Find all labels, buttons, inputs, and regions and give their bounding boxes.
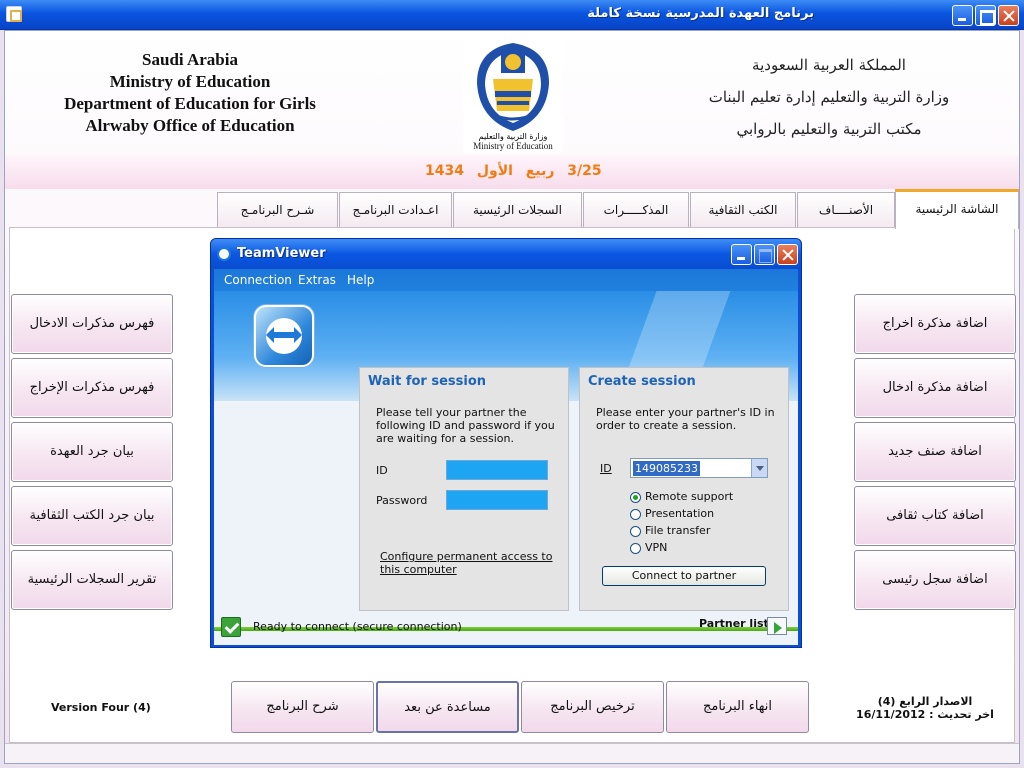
password-field[interactable] [446,490,548,510]
radio-icon [630,542,641,554]
teamviewer-close-button[interactable] [777,244,798,265]
radio-label: Presentation [645,507,715,520]
partner-id-combo[interactable]: 149085233 [630,458,768,478]
teamviewer-window: TeamViewer Connection Extras Help Wait f… [210,238,802,648]
header-arabic: المملكة العربية السعودية وزارة التربية و… [699,49,959,145]
program-help-button[interactable]: شرح البرنامج [231,681,374,733]
tab-settings[interactable]: اعـدادت البرنامـج [339,192,452,228]
date-year: 1434 [425,163,464,179]
create-panel-description: Please enter your partner's ID in order … [596,406,775,432]
teamviewer-maximize-button [754,244,775,265]
header-en-line: Saudi Arabia [142,50,238,69]
configure-access-link[interactable]: Configure permanent access to this compu… [380,550,560,576]
teamviewer-logo-icon [254,305,314,367]
radio-icon [630,508,641,520]
custody-inventory-button[interactable]: بيان جرد العهدة [11,422,173,482]
header-ar-line: المملكة العربية السعودية [752,56,906,74]
teamviewer-menubar: Connection Extras Help [214,269,798,291]
radio-icon [630,525,641,537]
version-arabic: الاصدار الرابع (4) اخر تحديث : 16/11/201… [855,695,995,721]
outgoing-memos-index-button[interactable]: فهرس مذكرات الإخراج [11,358,173,418]
remote-assistance-button[interactable]: مساعدة عن بعد [376,681,519,733]
header-ar-line: وزارة التربية والتعليم إدارة تعليم البنا… [708,88,950,106]
header-en-line: Alrwaby Office of Education [85,116,295,135]
id-label: ID [376,464,388,477]
tab-main-screen[interactable]: الشاشة الرئيسية [895,189,1019,229]
menu-extras[interactable]: Extras [298,273,336,287]
menu-connection[interactable]: Connection [224,273,292,287]
version-english: Version Four (4) [51,701,151,714]
radio-file-transfer[interactable]: File transfer [630,524,710,537]
connect-to-partner-button[interactable]: Connect to partner [602,566,766,586]
main-records-report-button[interactable]: تقرير السجلات الرئيسية [11,550,173,610]
radio-label: File transfer [645,524,711,537]
ministry-emblem-icon [477,43,549,131]
radio-label: Remote support [645,490,734,503]
close-button[interactable] [998,5,1019,26]
exit-program-button[interactable]: انهاء البرنامج [666,681,809,733]
teamviewer-app-icon[interactable] [217,247,231,261]
main-titlebar[interactable]: برنامج العهدة المدرسية نسخة كاملة [0,0,1024,30]
chevron-down-icon[interactable] [751,459,767,477]
wait-panel-title: Wait for session [368,374,487,389]
radio-label: VPN [645,541,668,554]
add-cultural-book-button[interactable]: اضافة كتاب ثقافى [854,486,1016,546]
date-month: ربيع الأول [476,163,555,179]
wait-for-session-panel: Wait for session Please tell your partne… [359,367,569,611]
radio-vpn[interactable]: VPN [630,541,667,554]
incoming-memos-index-button[interactable]: فهرس مذكرات الادخال [11,294,173,354]
radio-remote-support[interactable]: Remote support [630,490,733,503]
radio-presentation[interactable]: Presentation [630,507,714,520]
wait-panel-description: Please tell your partner the following I… [376,406,555,445]
tab-items[interactable]: الأصنــــاف [797,192,895,228]
tab-cultural-books[interactable]: الكتب الثقافية [690,192,796,228]
teamviewer-titlebar[interactable]: TeamViewer [211,239,801,269]
logo-caption-english: Ministry of Education [473,141,553,151]
date-day: 3/25 [567,163,602,179]
version-arabic-line: الاصدار الرابع (4) [877,695,973,708]
window-title: برنامج العهدة المدرسية نسخة كاملة [587,6,814,21]
radio-selected-icon [630,491,641,503]
program-license-button[interactable]: ترخيص البرنامج [521,681,664,733]
ministry-logo: وزارة التربية والتعليم Ministry of Educa… [463,35,563,153]
connection-status-text: Ready to connect (secure connection) [253,620,462,633]
add-main-record-button[interactable]: اضافة سجل رئيسى [854,550,1016,610]
last-update-line: اخر تحديث : 16/11/2012 [856,708,994,721]
partner-id-value: 149085233 [633,461,700,476]
header-en-line: Department of Education for Girls [64,94,316,113]
logo-caption-arabic: وزارة التربية والتعليم [478,132,548,141]
tab-main-records[interactable]: السجلات الرئيسية [453,192,582,228]
ready-check-icon [221,617,241,637]
tab-program-help[interactable]: شـرح البرنامـج [217,192,338,228]
teamviewer-title: TeamViewer [237,246,326,261]
teamviewer-status-area [214,631,798,645]
hijri-date: 3/25 ربيع الأول 1434 [425,163,602,179]
create-session-panel: Create session Please enter your partner… [579,367,789,611]
menu-help[interactable]: Help [347,273,374,287]
teamviewer-body: Connection Extras Help Wait for session … [214,269,798,645]
your-id-field[interactable] [446,460,548,480]
teamviewer-content: Wait for session Please tell your partne… [214,367,798,627]
password-label: Password [376,494,428,507]
add-incoming-memo-button[interactable]: اضافة مذكرة ادخال [854,358,1016,418]
cultural-books-inventory-button[interactable]: بيان جرد الكتب الثقافية [11,486,173,546]
header-english: Saudi Arabia Ministry of Education Depar… [45,49,335,137]
tab-memos[interactable]: المذكـــــرات [583,192,689,228]
partner-list-button[interactable]: Partner list [699,617,769,630]
teamviewer-minimize-button[interactable] [731,244,752,265]
minimize-button[interactable] [952,5,973,26]
header-en-line: Ministry of Education [109,72,271,91]
partner-id-label: ID [600,462,612,475]
partner-list-icon[interactable] [767,617,787,635]
add-outgoing-memo-button[interactable]: اضافة مذكرة اخراج [854,294,1016,354]
header-ar-line: مكتب التربية والتعليم بالروابي [736,120,922,138]
status-bar [5,743,1019,763]
maximize-button[interactable] [975,5,996,26]
date-bar: 3/25 ربيع الأول 1434 [5,155,1019,189]
create-panel-title: Create session [588,374,696,389]
app-icon[interactable] [6,6,22,22]
add-new-item-button[interactable]: اضافة صنف جديد [854,422,1016,482]
